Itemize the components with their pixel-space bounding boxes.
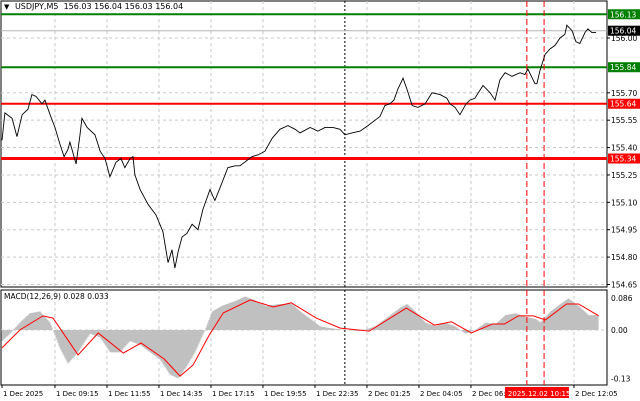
macd-panel: [0, 289, 608, 386]
main-price-panel: [0, 0, 608, 288]
dropdown-triangle-icon[interactable]: ▼: [4, 3, 9, 11]
x-tick-label: 2 Dec 04:05: [420, 390, 463, 398]
x-tick-label: 2 Dec 01:25: [368, 390, 411, 398]
y-tick-label: 155.70: [611, 89, 637, 98]
level-price-label: 155.84: [610, 63, 636, 72]
chart-canvas: 1 Dec 2025 1 Dec 09:15 1 Dec 11:55 1 Dec 14…: [0, 0, 640, 398]
level-price-label: 155.64: [610, 100, 636, 109]
y-tick-label: 155.25: [611, 171, 637, 180]
close-value: 156.04: [155, 2, 184, 11]
x-tick-label: 1 Dec 09:15: [56, 390, 99, 398]
x-tick-label: 1 Dec 17:15: [212, 390, 255, 398]
y-tick-label: 155.55: [611, 116, 637, 125]
macd-y-tick-label: 0.00: [611, 326, 628, 335]
y-tick-label: 154.80: [611, 253, 637, 262]
macd-main-value: 0.028: [63, 292, 85, 301]
low-value: 156.03: [124, 2, 153, 11]
y-tick-label: 154.65: [611, 281, 637, 290]
x-tick-label: 1 Dec 11:55: [108, 390, 151, 398]
x-tick-label: 1 Dec 2025: [3, 390, 43, 398]
macd-label: MACD(12,26,9): [4, 292, 61, 301]
y-tick-label: 155.10: [611, 198, 637, 207]
symbol-label: USDJPY,M5: [14, 2, 59, 11]
x-tick-label: 2 Dec 12:05: [575, 390, 618, 398]
crosshair-time-label: 2025.12.02 10:15: [508, 390, 570, 398]
x-tick-label: 1 Dec 22:35: [316, 390, 359, 398]
macd-y-tick-label: 0.086: [611, 294, 633, 303]
current-price-label: 156.04: [610, 27, 636, 36]
macd-signal-value: 0.033: [87, 292, 109, 301]
high-value: 156.04: [94, 2, 123, 11]
x-tick-label: 1 Dec 14:35: [160, 390, 203, 398]
chart-title-bar: ▼ USDJPY,M5 156.03 156.04 156.03 156.04: [4, 2, 183, 11]
level-price-label: 156.13: [610, 10, 636, 19]
level-price-label: 155.34: [610, 155, 636, 164]
macd-title: MACD(12,26,9) 0.028 0.033: [4, 292, 109, 301]
x-tick-label: 1 Dec 19:55: [264, 390, 307, 398]
y-tick-label: 154.95: [611, 226, 637, 235]
macd-y-tick-label: -0.13: [611, 374, 631, 383]
open-value: 156.03: [63, 2, 92, 11]
y-tick-label: 155.40: [611, 144, 637, 153]
